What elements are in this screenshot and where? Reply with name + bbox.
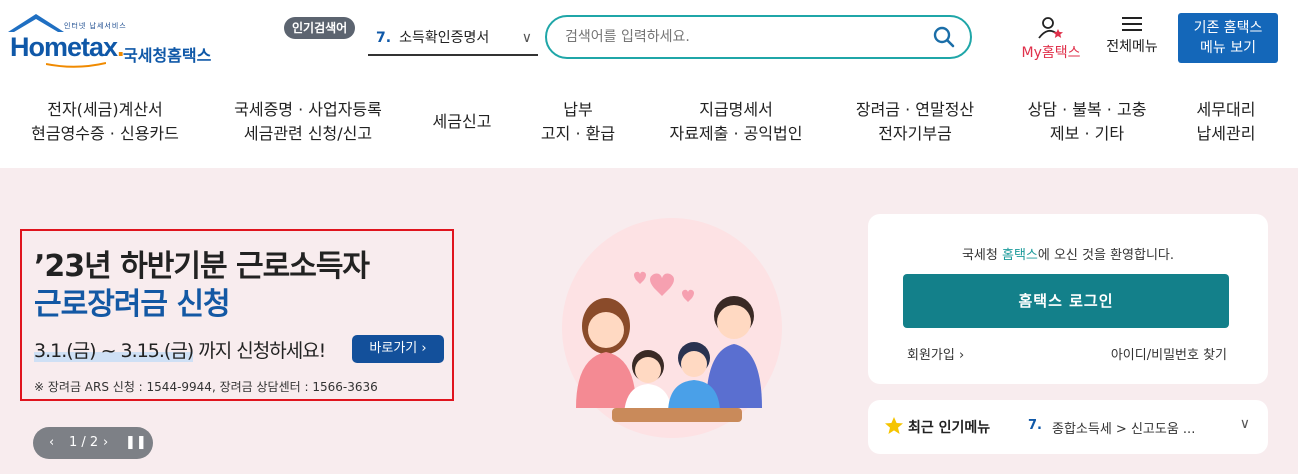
join-label: 회원가입: [907, 348, 955, 363]
banner-pager: ‹ 1 / 2 › ❚❚: [33, 427, 153, 459]
welcome-pre: 국세청: [961, 248, 1002, 263]
shortcut-button[interactable]: 바로가기 ›: [352, 335, 444, 363]
welcome-text: 국세청 홈택스에 오신 것을 환영합니다.: [868, 244, 1268, 263]
chevron-right-icon: ›: [421, 341, 427, 356]
logo-korean: 국세청홈택스: [123, 46, 212, 65]
recent-popular-menu[interactable]: 최근 인기메뉴 7. 종합소득세 > 신고도움 ... ∨: [868, 400, 1268, 454]
welcome-post: 에 오신 것을 환영합니다.: [1037, 248, 1175, 263]
prev-slide-icon[interactable]: ‹: [49, 427, 54, 459]
main-nav: 전자(세금)계산서현금영수증 · 신용카드 국세증명 · 사업자등록세금관련 신…: [0, 78, 1298, 168]
nav-line: 세무대리: [1196, 100, 1256, 119]
login-card: 국세청 홈택스에 오신 것을 환영합니다. 홈택스 로그인 회원가입 › 아이디…: [868, 214, 1268, 384]
find-id-password-link[interactable]: 아이디/비밀번호 찾기: [1111, 344, 1227, 363]
recent-menu-value: 종합소득세 > 신고도움 ...: [1052, 422, 1196, 437]
nav-item-certificates[interactable]: 국세증명 · 사업자등록세금관련 신청/신고: [218, 98, 398, 146]
nav-line: 고지 · 환급: [540, 124, 616, 143]
nav-line: 세금관련 신청/신고: [243, 124, 373, 143]
nav-item-consultation[interactable]: 상담 · 불복 · 고충제보 · 기타: [1012, 98, 1162, 146]
promo-box[interactable]: ’23년 하반기분 근로소득자 근로장려금 신청 3.1.(금) ~ 3.15.…: [20, 229, 454, 401]
chevron-down-icon: ∨: [521, 30, 532, 46]
promo-period-suffix: 까지 신청하세요!: [193, 340, 326, 362]
recent-menu-title: 최근 인기메뉴: [908, 420, 991, 436]
chevron-down-icon[interactable]: ∨: [1240, 416, 1250, 432]
slide-counter: 1 / 2: [69, 435, 99, 450]
search-box[interactable]: [545, 15, 972, 59]
logo-brand: Hometax.: [10, 32, 124, 62]
all-menu-label: 전체메뉴: [1106, 39, 1158, 55]
site-header: 인터넷 납세서비스 Hometax. 국세청홈택스 인기검색어 7. 소득확인증명…: [0, 0, 1298, 78]
promo-period-dates: 3.1.(금) ~ 3.15.(금): [34, 340, 194, 362]
nav-item-incentives[interactable]: 장려금 · 연말정산전자기부금: [840, 98, 990, 146]
old-hometax-line1: 기존 홈택스: [1193, 20, 1263, 36]
family-illustration: [562, 218, 782, 438]
welcome-brand: 홈택스: [1001, 248, 1038, 263]
nav-line: 상담 · 불복 · 고충: [1027, 100, 1147, 119]
recent-menu-rank: 7.: [1028, 418, 1042, 433]
promo-title-line2: 근로장려금 신청: [34, 287, 231, 322]
popular-search-select[interactable]: 7. 소득확인증명서 ∨: [368, 24, 538, 56]
nav-line: 세금신고: [432, 112, 492, 131]
join-link[interactable]: 회원가입 ›: [907, 344, 964, 363]
old-hometax-line2: 메뉴 보기: [1200, 40, 1256, 56]
star-icon: [885, 417, 903, 434]
login-button[interactable]: 홈택스 로그인: [903, 274, 1229, 328]
my-hometax-label: My홈택스: [1021, 45, 1081, 61]
chevron-right-icon: ›: [958, 348, 965, 363]
search-input[interactable]: [565, 25, 925, 49]
nav-item-e-invoice[interactable]: 전자(세금)계산서현금영수증 · 신용카드: [20, 98, 190, 146]
hometax-logo[interactable]: 인터넷 납세서비스 Hometax. 국세청홈택스: [6, 12, 221, 68]
promo-note: ※ 장려금 ARS 신청 : 1544-9944, 장려금 상담센터 : 156…: [34, 380, 378, 394]
nav-line: 장려금 · 연말정산: [855, 100, 975, 119]
nav-item-payment[interactable]: 납부고지 · 환급: [528, 98, 628, 146]
old-hometax-button[interactable]: 기존 홈택스 메뉴 보기: [1178, 13, 1278, 63]
nav-item-tax-filing[interactable]: 세금신고: [420, 110, 504, 134]
user-star-icon: [1038, 17, 1063, 39]
nav-item-payment-statements[interactable]: 지급명세서자료제출 · 공익법인: [654, 98, 818, 146]
popular-rank: 7.: [376, 30, 392, 46]
my-hometax-button[interactable]: My홈택스: [1015, 16, 1087, 62]
nav-line: 국세증명 · 사업자등록: [234, 100, 382, 119]
shortcut-label: 바로가기: [369, 341, 418, 356]
nav-line: 지급명세서: [699, 100, 773, 119]
pause-icon[interactable]: ❚❚: [125, 427, 147, 459]
promo-period: 3.1.(금) ~ 3.15.(금) 까지 신청하세요!: [34, 336, 326, 363]
hamburger-icon: [1122, 16, 1142, 32]
nav-item-tax-agent[interactable]: 세무대리납세관리: [1184, 98, 1268, 146]
nav-line: 납부: [563, 100, 593, 119]
next-slide-icon[interactable]: ›: [103, 427, 108, 459]
popular-term: 소득확인증명서: [399, 30, 490, 46]
all-menu-button[interactable]: 전체메뉴: [1100, 16, 1164, 56]
nav-line: 전자기부금: [878, 124, 952, 143]
search-icon[interactable]: [932, 25, 956, 49]
logo-tagline: 인터넷 납세서비스: [64, 22, 127, 30]
nav-line: 전자(세금)계산서: [47, 100, 163, 119]
nav-line: 자료제출 · 공익법인: [669, 124, 803, 143]
nav-line: 제보 · 기타: [1049, 124, 1125, 143]
nav-line: 현금영수증 · 신용카드: [31, 124, 179, 143]
popular-search-label: 인기검색어: [284, 17, 356, 39]
logo-swoosh-icon: [46, 62, 106, 68]
nav-line: 납세관리: [1196, 124, 1256, 143]
